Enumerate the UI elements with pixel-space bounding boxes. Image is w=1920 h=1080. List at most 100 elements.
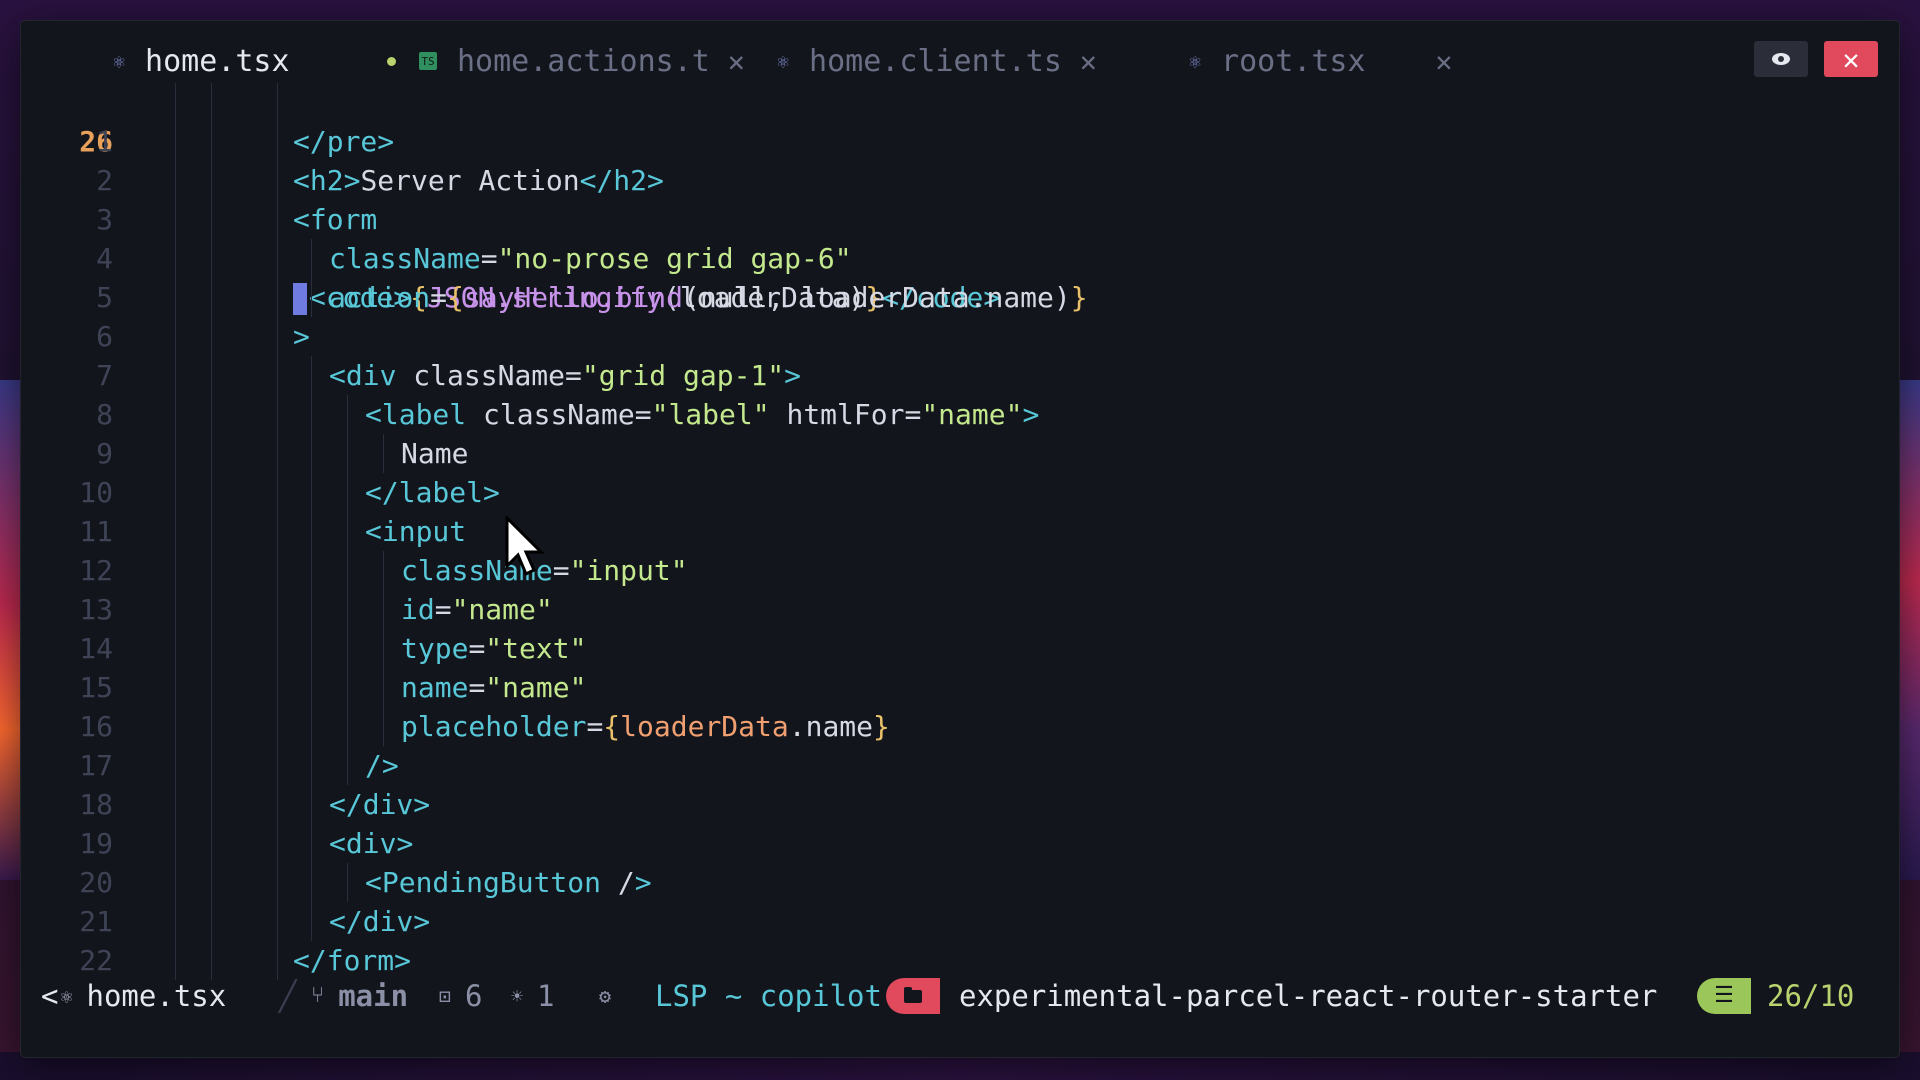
indent-guide (347, 629, 348, 668)
indent-guide (175, 824, 176, 863)
typescript-icon: TS (419, 52, 437, 70)
line-number: 18 (79, 788, 113, 821)
line-number: 17 (79, 749, 113, 782)
error-box-icon: ⊡ (439, 984, 452, 1008)
indent-guide (311, 278, 312, 317)
line-number: 3 (96, 203, 113, 236)
indent-guide (311, 551, 312, 590)
indent-guide (383, 434, 384, 473)
indent-guide (277, 512, 278, 551)
indent-guide (311, 668, 312, 707)
status-position[interactable]: 26/10 (1767, 976, 1854, 1016)
close-tab-icon[interactable]: ✕ (1080, 45, 1097, 78)
status-warnings[interactable]: ☀ 1 (511, 976, 555, 1016)
code-line: 22 </form> (21, 941, 1899, 980)
indent-guide (383, 629, 384, 668)
code-editor[interactable]: 26 <code>{JSON.stringify(loaderData)}</c… (21, 83, 1899, 989)
code-line: 16 placeholder={loaderData.name} (21, 707, 1899, 746)
line-number: 21 (79, 905, 113, 938)
code-line: 3 <form (21, 200, 1899, 239)
react-icon: ⚛ (60, 984, 73, 1008)
status-branch[interactable]: ⑂ main (311, 976, 408, 1016)
tab-label: home.client.ts (809, 43, 1062, 79)
code-text: id="name" (401, 593, 553, 626)
indent-guide (383, 707, 384, 746)
code-text: > (293, 320, 310, 353)
indent-guide (211, 551, 212, 590)
indent-guide (277, 239, 278, 278)
preview-toggle-button[interactable] (1754, 41, 1808, 77)
indent-guide (311, 512, 312, 551)
code-line: 18 </div> (21, 785, 1899, 824)
indent-guide (211, 863, 212, 902)
tab-home-tsx[interactable]: ⚛ home.tsx (113, 39, 396, 83)
indent-guide (347, 590, 348, 629)
code-line: 9 Name (21, 434, 1899, 473)
modified-dot-icon (387, 57, 396, 66)
window-close-button[interactable]: ✕ (1824, 41, 1878, 77)
indent-guide (211, 122, 212, 161)
line-number: 20 (79, 866, 113, 899)
line-number: 5 (96, 281, 113, 314)
indent-guide (175, 122, 176, 161)
line-number: 13 (79, 593, 113, 626)
status-bar: < ⚛ home.tsx ╱ ⑂ main ⊡ 6 ☀ 1 ⚙ LSP ~ copilot… (21, 976, 1899, 1016)
code-line: 21 </div> (21, 902, 1899, 941)
react-icon: ⚛ (1189, 49, 1202, 73)
indent-guide (175, 200, 176, 239)
indent-guide (211, 941, 212, 980)
close-tab-icon[interactable]: ✕ (1436, 45, 1453, 78)
code-text: placeholder={loaderData.name} (401, 710, 890, 743)
status-file[interactable]: < ⚛ home.tsx (41, 976, 226, 1016)
indent-guide (211, 902, 212, 941)
indent-guide (277, 590, 278, 629)
line-number: 4 (96, 242, 113, 275)
code-text: type="text" (401, 632, 587, 665)
code-line: 12 className="input" (21, 551, 1899, 590)
tab-root-tsx[interactable]: ⚛ root.tsx ✕ (1189, 39, 1452, 83)
indent-guide (211, 239, 212, 278)
indent-guide (211, 200, 212, 239)
separator: ╱ (279, 979, 297, 1013)
indent-guide (175, 434, 176, 473)
indent-guide (311, 902, 312, 941)
line-number: 11 (79, 515, 113, 548)
indent-guide (211, 278, 212, 317)
code-line: 11 <input (21, 512, 1899, 551)
close-tab-icon[interactable]: ✕ (728, 45, 745, 78)
indent-guide (347, 434, 348, 473)
indent-guide (311, 785, 312, 824)
status-errors[interactable]: ⊡ 6 (439, 976, 483, 1016)
tab-home-actions[interactable]: TS home.actions.t ✕ (419, 39, 745, 83)
indent-guide (175, 590, 176, 629)
indent-guide (175, 278, 176, 317)
indent-guide (175, 941, 176, 980)
indent-guide (277, 785, 278, 824)
indent-guide (175, 785, 176, 824)
code-text: <div className="grid gap-1"> (329, 359, 802, 392)
code-line: 7 <div className="grid gap-1"> (21, 356, 1899, 395)
indent-guide (175, 746, 176, 785)
lines-icon: ☰ (1697, 978, 1751, 1014)
status-lsp[interactable]: LSP ~ copilot (655, 976, 882, 1016)
code-line: 8 <label className="label" htmlFor="name"… (21, 395, 1899, 434)
line-number: 6 (96, 320, 113, 353)
indent-guide (277, 668, 278, 707)
code-text: </pre> (293, 125, 395, 158)
indent-guide (175, 161, 176, 200)
mouse-pointer-icon (505, 516, 545, 577)
indent-guide (277, 278, 278, 317)
tab-home-client[interactable]: ⚛ home.client.ts ✕ (777, 39, 1097, 83)
line-number: 9 (96, 437, 113, 470)
indent-guide (277, 83, 278, 122)
editor-window: ⚛ home.tsx TS home.actions.t ✕ ⚛ home.cl… (21, 21, 1899, 1057)
code-line: 20 <PendingButton /> (21, 863, 1899, 902)
indent-guide (277, 941, 278, 980)
indent-guide (277, 200, 278, 239)
indent-guide (311, 707, 312, 746)
close-icon: ✕ (1842, 42, 1860, 76)
indent-guide (175, 512, 176, 551)
status-project[interactable]: experimental-parcel-react-router-starter (959, 976, 1657, 1016)
indent-guide (311, 356, 312, 395)
indent-guide (211, 434, 212, 473)
